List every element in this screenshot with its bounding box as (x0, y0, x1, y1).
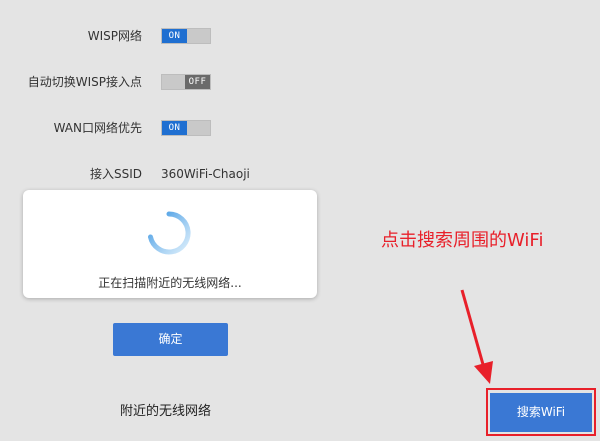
confirm-button[interactable]: 确定 (113, 323, 228, 356)
ssid-value: 360WiFi-Chaoji (161, 167, 250, 181)
wan-priority-toggle[interactable]: ON (161, 120, 211, 136)
wisp-toggle-state: ON (162, 29, 187, 43)
auto-switch-label: 自动切换WISP接入点 (27, 75, 142, 89)
auto-switch-toggle-state: OFF (185, 75, 210, 89)
wisp-network-toggle[interactable]: ON (161, 28, 211, 44)
ssid-label: 接入SSID (89, 167, 142, 181)
loading-spinner-icon (148, 211, 191, 255)
auto-switch-toggle[interactable]: OFF (161, 74, 211, 90)
wan-priority-toggle-state: ON (162, 121, 187, 135)
scanning-dialog: 正在扫描附近的无线网络... (23, 190, 317, 298)
annotation-text: 点击搜索周围的WiFi (381, 230, 544, 251)
wan-priority-label: WAN口网络优先 (53, 121, 142, 135)
scanning-message: 正在扫描附近的无线网络... (98, 276, 242, 290)
wisp-network-label: WISP网络 (87, 29, 142, 43)
nearby-networks-label: 附近的无线网络 (120, 404, 212, 419)
search-wifi-button[interactable]: 搜索WiFi (490, 393, 592, 432)
